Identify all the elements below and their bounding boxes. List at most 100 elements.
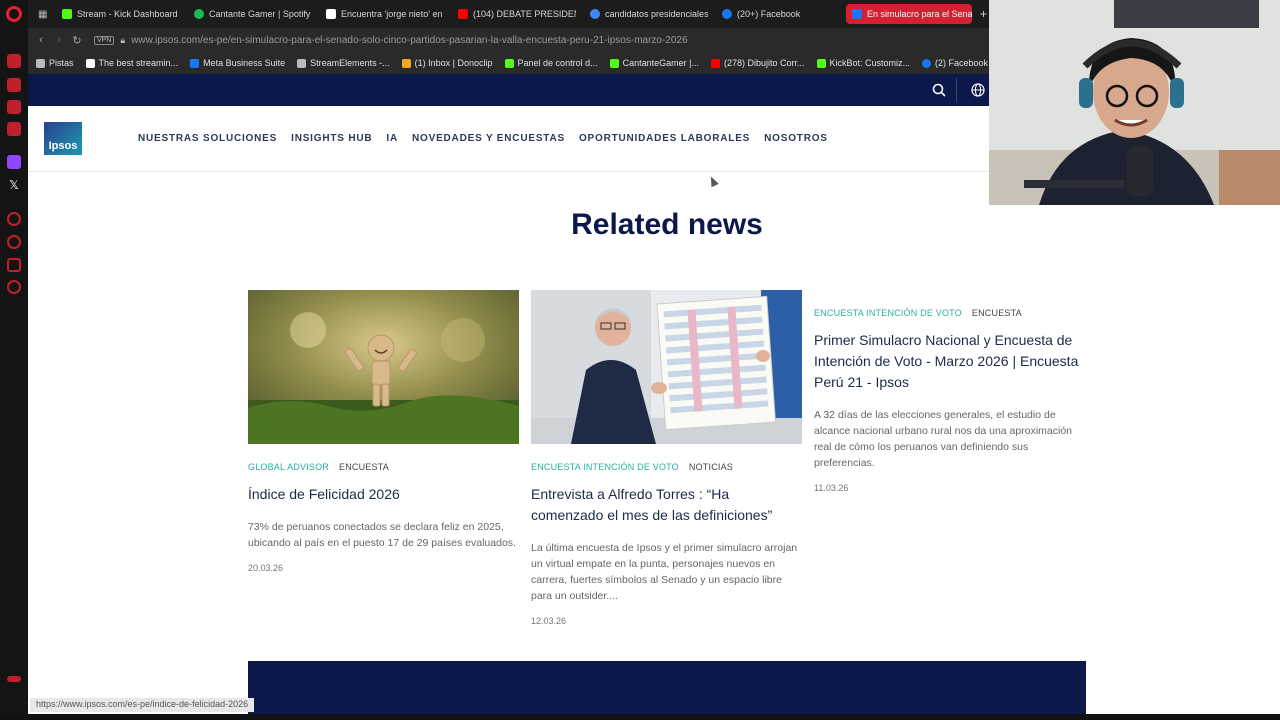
- menu-item-insights-hub[interactable]: INSIGHTS HUB: [291, 133, 372, 144]
- bookmark-label: (1) Inbox | Donoclip: [414, 58, 493, 68]
- sidebar-x-icon[interactable]: 𝕏: [7, 178, 21, 192]
- lock-icon[interactable]: 🔒︎: [120, 35, 125, 46]
- tab-label: (20+) Facebook: [737, 9, 801, 19]
- tab-favicon-icon: [590, 9, 600, 19]
- bookmark-label: The best streamin...: [98, 58, 179, 68]
- bookmark-item[interactable]: (1) Inbox | Donoclip: [401, 58, 493, 68]
- menu-item-nosotros[interactable]: NOSOTROS: [764, 133, 828, 144]
- bookmark-item[interactable]: (278) Dibujito Corr...: [710, 58, 805, 68]
- tab-favicon-icon: [326, 9, 336, 19]
- kick-icon: [504, 58, 514, 68]
- bookmark-label: KickBot: Customiz...: [829, 58, 911, 68]
- related-news-heading: Related news: [571, 208, 763, 241]
- menu-item-novedades[interactable]: NOVEDADES Y ENCUESTAS: [412, 133, 565, 144]
- tab-favicon-icon: [722, 9, 732, 19]
- bookmark-item[interactable]: KickBot: Customiz...: [816, 58, 911, 68]
- card-excerpt: A 32 días de las elecciones generales, e…: [814, 409, 1072, 469]
- sidebar-whatsapp-icon[interactable]: [7, 100, 21, 114]
- footer-banner: [248, 661, 1086, 720]
- bookmark-item[interactable]: StreamElements -...: [297, 58, 390, 68]
- status-bar-url: https://www.ipsos.com/es-pe/indice-de-fe…: [30, 698, 255, 712]
- menu-item-soluciones[interactable]: NUESTRAS SOLUCIONES: [138, 133, 277, 144]
- site-header: Ipsos NUESTRAS SOLUCIONES INSIGHTS HUB I…: [28, 106, 990, 172]
- globe-icon[interactable]: [971, 83, 985, 100]
- tab-item[interactable]: Stream - Kick Dashboard: [56, 4, 180, 24]
- opera-logo-icon[interactable]: [6, 6, 22, 22]
- bookmark-label: Pistas: [49, 58, 74, 68]
- menu-item-ia[interactable]: IA: [386, 133, 398, 144]
- card-tag[interactable]: ENCUESTA INTENCIÓN DE VOTO: [814, 308, 962, 318]
- ipsos-logo[interactable]: Ipsos: [44, 122, 82, 155]
- tab-label: Encuentra 'jorge nieto' en: [341, 9, 443, 19]
- sidebar-messenger-icon[interactable]: [7, 78, 21, 92]
- card-tag[interactable]: ENCUESTA INTENCIÓN DE VOTO: [531, 462, 679, 472]
- tab-label: En simulacro para el Senad: [867, 9, 972, 19]
- main-menu: NUESTRAS SOLUCIONES INSIGHTS HUB IA NOVE…: [138, 133, 828, 144]
- tab-label: (104) DEBATE PRESIDENC: [473, 9, 576, 19]
- youtube-icon: [710, 58, 720, 68]
- card-title[interactable]: Entrevista a Alfredo Torres : “Ha comenz…: [531, 484, 803, 526]
- tab-item[interactable]: (104) DEBATE PRESIDENC: [452, 4, 576, 24]
- card-title[interactable]: Índice de Felicidad 2026: [248, 484, 520, 505]
- card-date: 11.03.26: [814, 483, 849, 493]
- bookmark-label: StreamElements -...: [310, 58, 390, 68]
- bookmark-item[interactable]: Meta Business Suite: [190, 58, 285, 68]
- mouse-cursor-icon: [707, 174, 719, 188]
- tab-item-active[interactable]: En simulacro para el Senad: [846, 4, 972, 24]
- card-date: 12.03.26: [531, 616, 567, 626]
- sidebar-settings-icon[interactable]: [7, 280, 21, 294]
- bookmark-item[interactable]: CantanteGamer |...: [609, 58, 699, 68]
- search-icon[interactable]: [932, 83, 946, 100]
- back-icon[interactable]: ‹: [32, 34, 50, 46]
- news-card[interactable]: ENCUESTA INTENCIÓN DE VOTO NOTICIAS Entr…: [531, 290, 803, 626]
- tab-item[interactable]: (20+) Facebook: [716, 4, 840, 24]
- card-tag[interactable]: GLOBAL ADVISOR: [248, 462, 329, 472]
- tab-item[interactable]: candidatos presidenciales: [584, 4, 708, 24]
- browser-sidebar: 𝕏: [0, 0, 28, 720]
- news-card[interactable]: GLOBAL ADVISOR ENCUESTA Índice de Felici…: [248, 290, 520, 573]
- card-tag[interactable]: NOTICIAS: [689, 462, 733, 472]
- tab-favicon-icon: [458, 9, 468, 19]
- sidebar-instagram-icon[interactable]: [7, 122, 21, 136]
- bookmarks-bar: Pistas The best streamin... Meta Busines…: [28, 52, 990, 74]
- vpn-badge[interactable]: VPN: [94, 35, 115, 45]
- card-tags: GLOBAL ADVISOR ENCUESTA: [248, 462, 520, 472]
- tab-item[interactable]: Encuentra 'jorge nieto' en: [320, 4, 444, 24]
- address-bar: ‹ › ↻ VPN 🔒︎ www.ipsos.com/es-pe/en-simu…: [28, 28, 990, 52]
- card-title[interactable]: Primer Simulacro Nacional y Encuesta de …: [814, 330, 1086, 393]
- bookmark-favicon-icon: [297, 58, 307, 68]
- menu-item-oportunidades[interactable]: OPORTUNIDADES LABORALES: [579, 133, 750, 144]
- card-image-man-with-ballot[interactable]: [531, 290, 802, 444]
- card-image-wooden-figure[interactable]: [248, 290, 519, 444]
- card-tags: ENCUESTA INTENCIÓN DE VOTO ENCUESTA: [814, 308, 1086, 318]
- bookmark-item[interactable]: Panel de control d...: [504, 58, 598, 68]
- tab-label: Stream - Kick Dashboard: [77, 9, 178, 19]
- tab-item[interactable]: Cantante Gamer | Spotify: [188, 4, 312, 24]
- kick-icon: [609, 58, 619, 68]
- sidebar-extensions-icon[interactable]: [7, 258, 21, 272]
- tab-grid-icon[interactable]: ▦: [32, 4, 54, 24]
- sidebar-ai-icon[interactable]: [7, 54, 21, 68]
- url-field[interactable]: www.ipsos.com/es-pe/en-simulacro-para-el…: [131, 35, 687, 46]
- bookmark-favicon-icon: [401, 58, 411, 68]
- meta-icon: [190, 58, 200, 68]
- reload-icon[interactable]: ↻: [68, 34, 86, 47]
- news-card[interactable]: ENCUESTA INTENCIÓN DE VOTO ENCUESTA Prim…: [814, 290, 1086, 493]
- card-date: 20.03.26: [248, 563, 284, 573]
- bookmark-item[interactable]: Pistas: [36, 58, 74, 68]
- new-tab-button[interactable]: +: [974, 4, 990, 24]
- sidebar-twitch-icon[interactable]: [7, 155, 21, 169]
- tab-favicon-icon: [852, 9, 862, 19]
- card-tag[interactable]: ENCUESTA: [339, 462, 389, 472]
- forward-icon[interactable]: ›: [50, 34, 68, 46]
- card-excerpt: 73% de peruanos conectados se declara fe…: [248, 521, 516, 549]
- bookmark-favicon-icon: [85, 58, 95, 68]
- card-tags: ENCUESTA INTENCIÓN DE VOTO NOTICIAS: [531, 462, 803, 472]
- card-tag[interactable]: ENCUESTA: [972, 308, 1022, 318]
- bookmark-label: (2) Facebook: [935, 58, 989, 68]
- bookmark-item[interactable]: The best streamin...: [85, 58, 179, 68]
- sidebar-gx-icon[interactable]: [7, 676, 21, 682]
- bookmark-item[interactable]: (2) Facebook: [922, 58, 988, 68]
- divider: [956, 78, 957, 102]
- tab-favicon-icon: [194, 9, 204, 19]
